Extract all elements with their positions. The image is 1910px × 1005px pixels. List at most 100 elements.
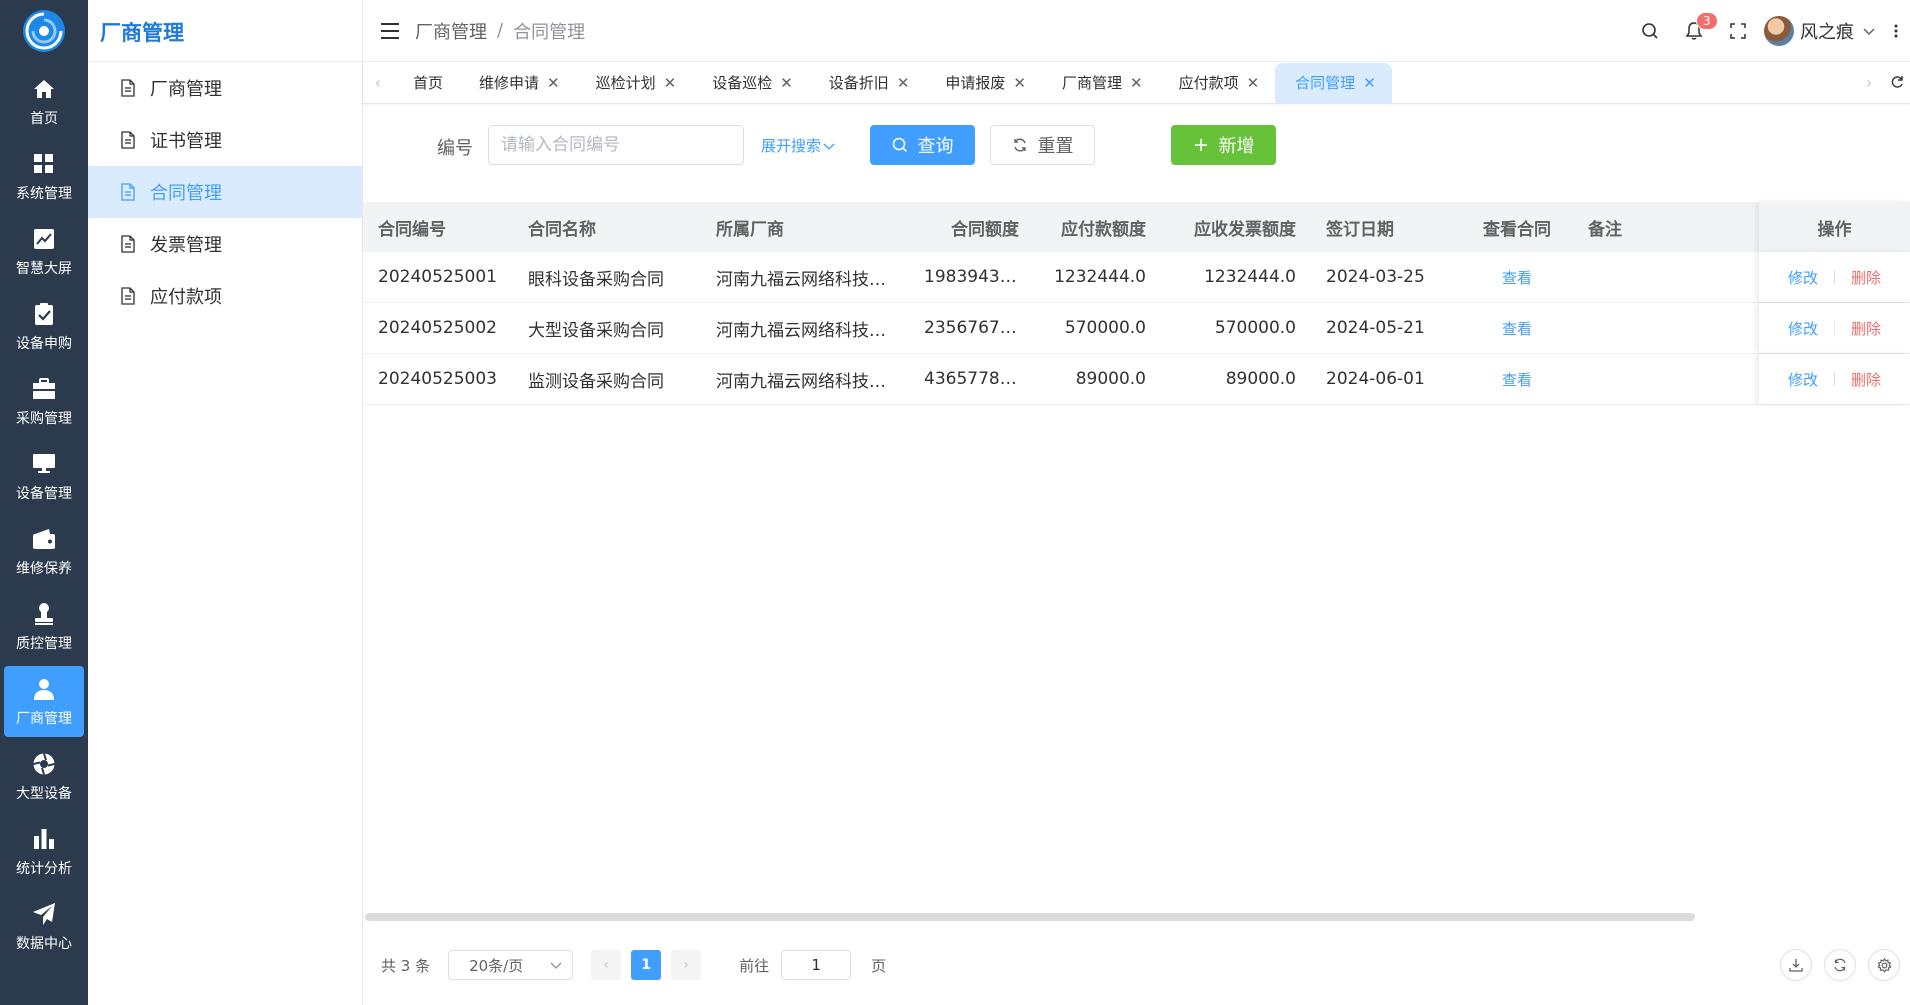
view-contract-link[interactable]: 查看 — [1502, 371, 1532, 389]
settings-icon[interactable] — [1868, 949, 1900, 981]
rail-item-7[interactable]: 质控管理 — [4, 591, 84, 662]
tab-label: 设备巡检 — [712, 74, 773, 92]
submenu-item-2[interactable]: 合同管理 — [88, 166, 362, 218]
search-icon — [892, 137, 908, 153]
close-icon[interactable]: ✕ — [1130, 74, 1143, 92]
tab-0[interactable]: 首页 — [393, 63, 459, 103]
submenu-item-0[interactable]: 厂商管理 — [88, 62, 362, 114]
search-form: 编号 展开搜索 查询 重置 新增 — [363, 104, 1910, 184]
document-icon — [120, 131, 150, 149]
edit-link[interactable]: 修改 — [1788, 267, 1818, 288]
query-button[interactable]: 查询 — [870, 125, 975, 165]
breadcrumb-item-vendor[interactable]: 厂商管理 — [415, 18, 487, 44]
cell-vendor: 河南九福云网络科技有... — [716, 371, 903, 392]
close-icon[interactable]: ✕ — [1013, 74, 1026, 92]
delete-link[interactable]: 删除 — [1851, 369, 1881, 390]
rail-item-1[interactable]: 系统管理 — [4, 141, 84, 212]
rail-item-3[interactable]: 设备申购 — [4, 291, 84, 362]
submenu-item-4[interactable]: 应付款项 — [88, 270, 362, 322]
delete-link[interactable]: 删除 — [1851, 318, 1881, 339]
hamburger-icon[interactable] — [381, 22, 399, 39]
tab-7[interactable]: 应付款项 ✕ — [1159, 63, 1276, 103]
header-payable: 应付款额度 — [1061, 219, 1146, 240]
expand-search-link[interactable]: 展开搜索 — [761, 135, 835, 156]
header-date: 签订日期 — [1326, 219, 1394, 240]
rail-item-8[interactable]: 厂商管理 — [4, 666, 84, 737]
cell-date: 2024-05-21 — [1326, 318, 1425, 338]
cell-vendor: 河南九福云网络科技有... — [716, 269, 903, 290]
rail-item-4[interactable]: 采购管理 — [4, 366, 84, 437]
cell-date: 2024-06-01 — [1326, 369, 1425, 389]
rail-item-label: 统计分析 — [16, 860, 72, 877]
tab-4[interactable]: 设备折旧 ✕ — [809, 63, 926, 103]
refresh-icon[interactable] — [1824, 949, 1856, 981]
fullscreen-icon[interactable] — [1716, 9, 1760, 53]
rail-item-6[interactable]: 维修保养 — [4, 516, 84, 587]
submenu-item-3[interactable]: 发票管理 — [88, 218, 362, 270]
header-contract-name: 合同名称 — [528, 219, 596, 240]
contract-table: 合同编号 合同名称 所属厂商 合同额度 应付款额度 应收发票额度 签订日期 查看… — [363, 202, 1910, 405]
submenu-item-label: 发票管理 — [150, 235, 222, 256]
cell-invoice: 570000.0 — [1214, 318, 1296, 338]
cell-amount: 23567678.0 — [924, 318, 1027, 338]
goto-page-input[interactable] — [781, 950, 852, 980]
rail-item-11[interactable]: 数据中心 — [4, 891, 84, 962]
rail-item-label: 厂商管理 — [16, 710, 72, 727]
cell-payable: 570000.0 — [1064, 318, 1146, 338]
cell-vendor: 河南九福云网络科技有... — [716, 320, 903, 341]
tab-label: 应付款项 — [1178, 74, 1239, 92]
breadcrumb-item-contract: 合同管理 — [513, 21, 586, 43]
bell-icon[interactable]: 3 — [1672, 9, 1718, 53]
user-menu[interactable]: 风之痕 — [1764, 16, 1876, 46]
rail-item-label: 首页 — [30, 110, 58, 127]
horizontal-scrollbar[interactable] — [365, 913, 1695, 921]
main-content: 厂商管理 / 合同管理 3 风之痕 ‹ 首页 维修申请 ✕ 巡检计划 ✕ 设备巡… — [363, 0, 1910, 1005]
next-page-button[interactable]: › — [671, 950, 702, 980]
close-icon[interactable]: ✕ — [664, 74, 677, 92]
tab-6[interactable]: 厂商管理 ✕ — [1042, 63, 1159, 103]
pagination: 共 3 条 20条/页 ‹ 1 › 前往 页 — [363, 945, 1910, 985]
rail-item-5[interactable]: 设备管理 — [4, 441, 84, 512]
rail-item-0[interactable]: 首页 — [4, 66, 84, 137]
table-tools — [1768, 949, 1900, 981]
rail-item-label: 数据中心 — [16, 935, 72, 952]
rail-item-2[interactable]: 智慧大屏 — [4, 216, 84, 287]
tab-2[interactable]: 巡检计划 ✕ — [576, 63, 693, 103]
page-size-select[interactable]: 20条/页 — [448, 950, 574, 980]
edit-link[interactable]: 修改 — [1788, 318, 1818, 339]
briefcase-icon — [31, 376, 57, 402]
close-icon[interactable]: ✕ — [1247, 74, 1260, 92]
close-icon[interactable]: ✕ — [547, 74, 560, 92]
add-button[interactable]: 新增 — [1171, 125, 1276, 165]
view-contract-link[interactable]: 查看 — [1502, 269, 1532, 287]
header-vendor: 所属厂商 — [716, 219, 784, 240]
tab-5[interactable]: 申请报废 ✕ — [925, 63, 1042, 103]
tab-1[interactable]: 维修申请 ✕ — [459, 63, 576, 103]
table-row: 20240525001 眼科设备采购合同 河南九福云网络科技有... 19839435… — [363, 252, 1910, 303]
tab-3[interactable]: 设备巡检 ✕ — [692, 63, 809, 103]
search-icon[interactable] — [1628, 9, 1672, 53]
rail-item-9[interactable]: 大型设备 — [4, 741, 84, 812]
close-icon[interactable]: ✕ — [897, 74, 910, 92]
download-icon[interactable] — [1780, 949, 1812, 981]
edit-link[interactable]: 修改 — [1788, 369, 1818, 390]
tags-scroll-right-icon[interactable]: › — [1854, 62, 1884, 102]
prev-page-button[interactable]: ‹ — [591, 950, 622, 980]
tab-label: 设备折旧 — [828, 74, 889, 92]
close-icon[interactable]: ✕ — [1363, 74, 1376, 92]
row-operations: 修改 删除 — [1759, 303, 1910, 353]
more-vertical-icon[interactable] — [1882, 9, 1910, 53]
contract-no-input[interactable] — [488, 125, 744, 165]
send-icon — [31, 901, 57, 927]
tab-8[interactable]: 合同管理 ✕ — [1275, 62, 1392, 103]
close-icon[interactable]: ✕ — [780, 74, 793, 92]
reset-button[interactable]: 重置 — [990, 125, 1095, 165]
submenu-item-1[interactable]: 证书管理 — [88, 114, 362, 166]
tags-scroll-left-icon[interactable]: ‹ — [363, 63, 393, 103]
rail-item-10[interactable]: 统计分析 — [4, 816, 84, 887]
page-number-current[interactable]: 1 — [631, 950, 662, 980]
view-contract-link[interactable]: 查看 — [1502, 320, 1532, 338]
delete-link[interactable]: 删除 — [1851, 267, 1881, 288]
refresh-tags-icon[interactable] — [1884, 62, 1910, 102]
document-icon — [120, 235, 150, 253]
